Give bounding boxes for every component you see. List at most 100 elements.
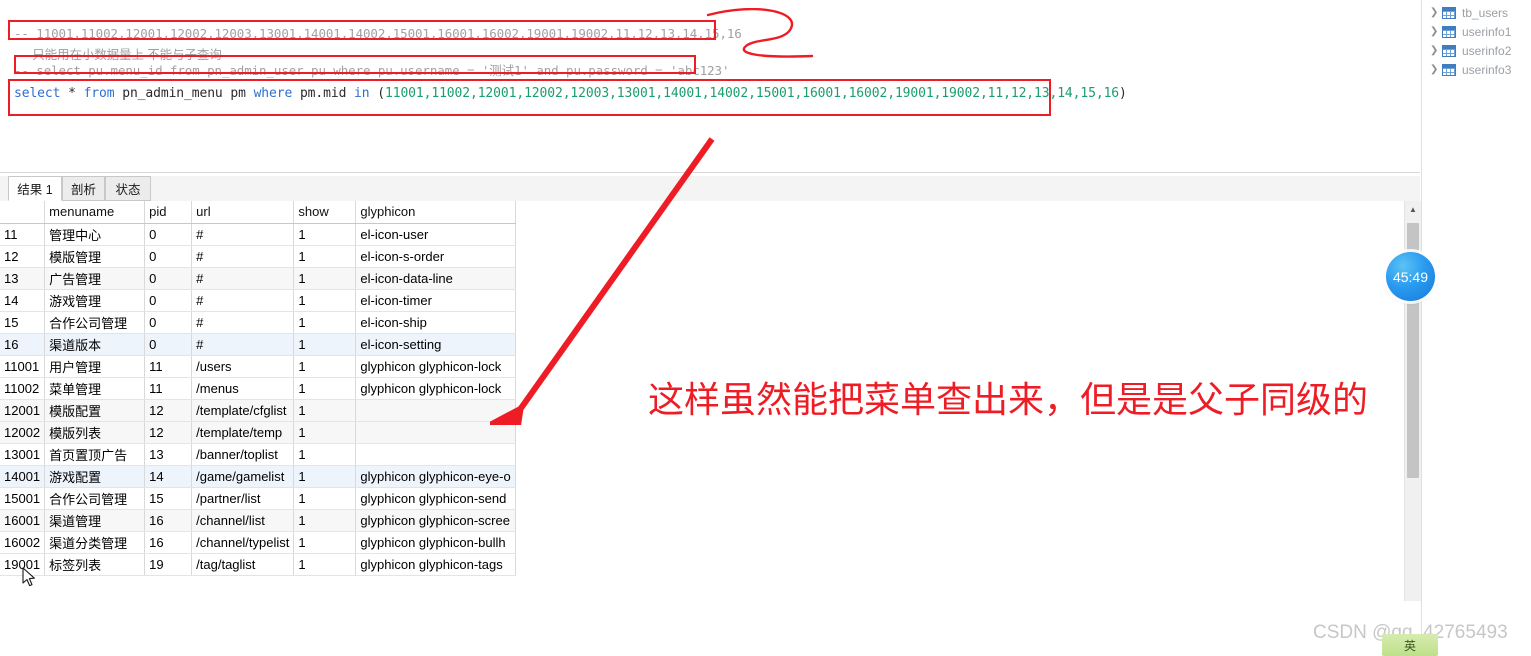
cell-show[interactable]: 1: [293, 553, 357, 576]
cell-show[interactable]: 1: [293, 267, 357, 290]
cell-mid[interactable]: 12002: [0, 421, 46, 444]
cell-menuname[interactable]: 菜单管理: [44, 377, 146, 400]
cell-glyphicon[interactable]: [355, 421, 516, 444]
cell-url[interactable]: #: [191, 245, 295, 268]
cell-mid[interactable]: 11001: [0, 355, 46, 378]
cell-pid[interactable]: 14: [144, 465, 193, 488]
cell-url[interactable]: /menus: [191, 377, 295, 400]
chevron-right-icon[interactable]: ❯: [1430, 45, 1442, 56]
cell-glyphicon[interactable]: el-icon-timer: [355, 289, 516, 312]
cell-menuname[interactable]: 用户管理: [44, 355, 146, 378]
cell-menuname[interactable]: 渠道版本: [44, 333, 146, 356]
cell-pid[interactable]: 11: [144, 377, 193, 400]
cell-menuname[interactable]: 首页置顶广告: [44, 443, 146, 466]
cell-show[interactable]: 1: [293, 333, 357, 356]
tab-result-1[interactable]: 结果 1: [8, 176, 62, 201]
cell-pid[interactable]: 15: [144, 487, 193, 510]
table-row[interactable]: 15001 合作公司管理 15/partner/list 1 glyphicon gly…: [0, 487, 516, 510]
cell-url[interactable]: #: [191, 267, 295, 290]
cell-url[interactable]: #: [191, 223, 295, 246]
object-tree-sidebar[interactable]: ❯ tb_users ❯ userinfo1 ❯ userinfo2 ❯ use…: [1421, 0, 1531, 656]
cell-menuname[interactable]: 游戏管理: [44, 289, 146, 312]
cell-show[interactable]: 1: [293, 289, 357, 312]
cell-show[interactable]: 1: [293, 399, 357, 422]
tree-item-userinfo1[interactable]: ❯ userinfo1: [1422, 22, 1531, 41]
cell-show[interactable]: 1: [293, 443, 357, 466]
cell-mid[interactable]: 12: [0, 245, 46, 268]
cell-mid[interactable]: 12001: [0, 399, 46, 422]
tab-status[interactable]: 状态: [105, 176, 151, 201]
tab-profile[interactable]: 剖析: [62, 176, 105, 201]
cell-glyphicon[interactable]: el-icon-s-order: [355, 245, 516, 268]
cell-mid[interactable]: 13001: [0, 443, 46, 466]
cell-url[interactable]: /tag/taglist: [191, 553, 295, 576]
chevron-right-icon[interactable]: ❯: [1430, 26, 1442, 37]
cell-show[interactable]: 1: [293, 465, 357, 488]
cell-show[interactable]: 1: [293, 311, 357, 334]
cell-mid[interactable]: 11: [0, 223, 46, 246]
table-row[interactable]: 13001 首页置顶广告 13/banner/toplist 1: [0, 443, 516, 466]
cell-show[interactable]: 1: [293, 487, 357, 510]
cell-mid[interactable]: 13: [0, 267, 46, 290]
table-row[interactable]: 13 广告管理 0 #1 el-icon-data-line: [0, 267, 516, 290]
cell-pid[interactable]: 0: [144, 267, 193, 290]
cell-show[interactable]: 1: [293, 509, 357, 532]
cell-url[interactable]: /template/cfglist: [191, 399, 295, 422]
chevron-right-icon[interactable]: ❯: [1430, 64, 1442, 75]
cell-pid[interactable]: 0: [144, 311, 193, 334]
table-row[interactable]: 12002 模版列表 12/template/temp 1: [0, 421, 516, 444]
code-line-main-query[interactable]: select * from pn_admin_menu pm where pm.…: [14, 86, 1127, 101]
table-row[interactable]: 16 渠道版本 0 #1 el-icon-setting: [0, 333, 516, 356]
cell-pid[interactable]: 0: [144, 289, 193, 312]
cell-menuname[interactable]: 管理中心: [44, 223, 146, 246]
tree-item-userinfo2[interactable]: ❯ userinfo2: [1422, 41, 1531, 60]
cell-url[interactable]: /users: [191, 355, 295, 378]
cell-pid[interactable]: 0: [144, 245, 193, 268]
table-row[interactable]: 11 管理中心 0 #1 el-icon-user: [0, 223, 516, 246]
cell-pid[interactable]: 11: [144, 355, 193, 378]
column-header-glyphicon[interactable]: glyphicon: [355, 201, 516, 224]
cell-menuname[interactable]: 渠道分类管理: [44, 531, 146, 554]
cell-menuname[interactable]: 渠道管理: [44, 509, 146, 532]
cell-url[interactable]: #: [191, 311, 295, 334]
table-row[interactable]: 14 游戏管理 0 #1 el-icon-timer: [0, 289, 516, 312]
cell-glyphicon[interactable]: glyphicon glyphicon-scree: [355, 509, 516, 532]
result-tab-bar[interactable]: 结果 1 剖析 状态: [0, 176, 1420, 202]
cell-mid[interactable]: 15001: [0, 487, 46, 510]
tree-item-tb_users[interactable]: ❯ tb_users: [1422, 3, 1531, 22]
cell-glyphicon[interactable]: glyphicon glyphicon-eye-o: [355, 465, 516, 488]
cell-pid[interactable]: 12: [144, 421, 193, 444]
cell-glyphicon[interactable]: el-icon-ship: [355, 311, 516, 334]
cell-glyphicon[interactable]: el-icon-user: [355, 223, 516, 246]
cell-mid[interactable]: 16001: [0, 509, 46, 532]
cell-pid[interactable]: 19: [144, 553, 193, 576]
cell-show[interactable]: 1: [293, 531, 357, 554]
column-header-url[interactable]: url: [191, 201, 295, 224]
column-header-menuname[interactable]: menuname: [44, 201, 146, 224]
table-row[interactable]: 11001 用户管理 11/users 1 glyphicon glyphicon-lo…: [0, 355, 516, 378]
cell-mid[interactable]: 16002: [0, 531, 46, 554]
cell-mid[interactable]: 15: [0, 311, 46, 334]
cell-glyphicon[interactable]: el-icon-data-line: [355, 267, 516, 290]
cell-glyphicon[interactable]: glyphicon glyphicon-tags: [355, 553, 516, 576]
table-row[interactable]: 16001 渠道管理 16/channel/list 1 glyphicon glyph…: [0, 509, 516, 532]
chevron-right-icon[interactable]: ❯: [1430, 7, 1442, 18]
cell-glyphicon[interactable]: glyphicon glyphicon-send: [355, 487, 516, 510]
cell-url[interactable]: /game/gamelist: [191, 465, 295, 488]
cell-pid[interactable]: 16: [144, 531, 193, 554]
cell-pid[interactable]: 0: [144, 223, 193, 246]
column-header-pid[interactable]: pid: [144, 201, 193, 224]
table-row[interactable]: 19001 标签列表 19/tag/taglist 1 glyphicon glyphi…: [0, 553, 516, 576]
cell-url[interactable]: #: [191, 289, 295, 312]
cell-glyphicon[interactable]: glyphicon glyphicon-lock: [355, 377, 516, 400]
cell-show[interactable]: 1: [293, 245, 357, 268]
cell-menuname[interactable]: 模版配置: [44, 399, 146, 422]
cell-glyphicon[interactable]: glyphicon glyphicon-lock: [355, 355, 516, 378]
sql-editor-pane[interactable]: -- 11001,11002,12001,12002,12003,13001,1…: [0, 0, 1420, 173]
cell-pid[interactable]: 13: [144, 443, 193, 466]
table-row[interactable]: 11002 菜单管理 11/menus 1 glyphicon glyphicon-lo…: [0, 377, 516, 400]
cell-mid[interactable]: 19001: [0, 553, 46, 576]
column-header-show[interactable]: show: [293, 201, 357, 224]
code-line-comment-ids[interactable]: -- 11001,11002,12001,12002,12003,13001,1…: [14, 26, 742, 41]
table-row[interactable]: 12 模版管理 0 #1 el-icon-s-order: [0, 245, 516, 268]
